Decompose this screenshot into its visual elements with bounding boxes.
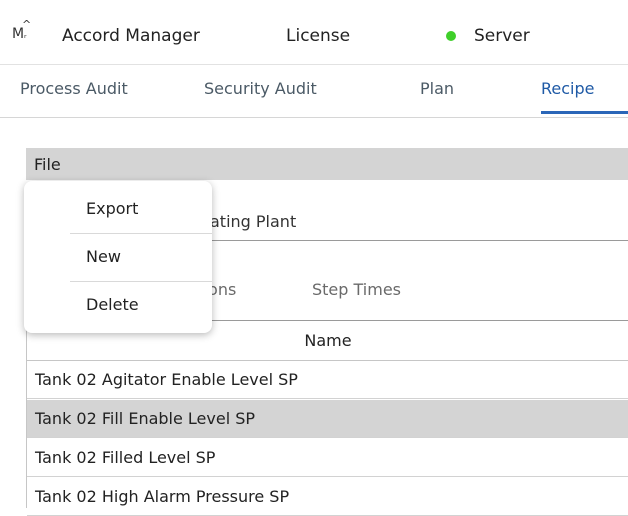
table-row[interactable]: Tank 02 Filled Level SP: [27, 439, 628, 477]
file-dropdown-menu: Export New Delete: [24, 181, 212, 333]
table-row[interactable]: Tank 02 Agitator Enable Level SP: [27, 361, 628, 399]
license-menu[interactable]: License: [286, 26, 350, 46]
server-status-icon: [446, 31, 456, 41]
table-row[interactable]: Tank 02 High Alarm Pressure SP: [27, 478, 628, 516]
menu-item-new[interactable]: New: [86, 247, 121, 266]
tab-recipe[interactable]: Recipe: [541, 79, 594, 98]
tab-security-audit[interactable]: Security Audit: [204, 79, 317, 98]
file-menu-bar: File: [26, 148, 628, 180]
app-logo-icon[interactable]: M ^ ᵣ: [12, 18, 38, 46]
menu-separator: [70, 233, 212, 234]
tab-bar: Process Audit Security Audit Plan Recipe: [0, 65, 628, 118]
app-title-menu[interactable]: Accord Manager: [62, 26, 200, 46]
tab-process-audit[interactable]: Process Audit: [20, 79, 128, 98]
file-menu-button[interactable]: File: [34, 155, 61, 174]
menu-item-delete[interactable]: Delete: [86, 295, 139, 314]
server-menu[interactable]: Server: [474, 26, 530, 46]
tab-plan[interactable]: Plan: [420, 79, 454, 98]
top-bar: M ^ ᵣ Accord Manager License Server: [0, 0, 628, 65]
plant-name[interactable]: ating Plant: [210, 212, 296, 231]
menu-item-export[interactable]: Export: [86, 199, 138, 218]
recipe-grid: Name Tank 02 Agitator Enable Level SP Ta…: [26, 322, 628, 516]
subtab-step-times[interactable]: Step Times: [312, 280, 401, 299]
table-row-selected[interactable]: Tank 02 Fill Enable Level SP: [27, 400, 628, 438]
logo-sub-icon: ᵣ: [24, 30, 26, 41]
active-tab-indicator: [541, 111, 628, 114]
menu-separator: [70, 281, 212, 282]
